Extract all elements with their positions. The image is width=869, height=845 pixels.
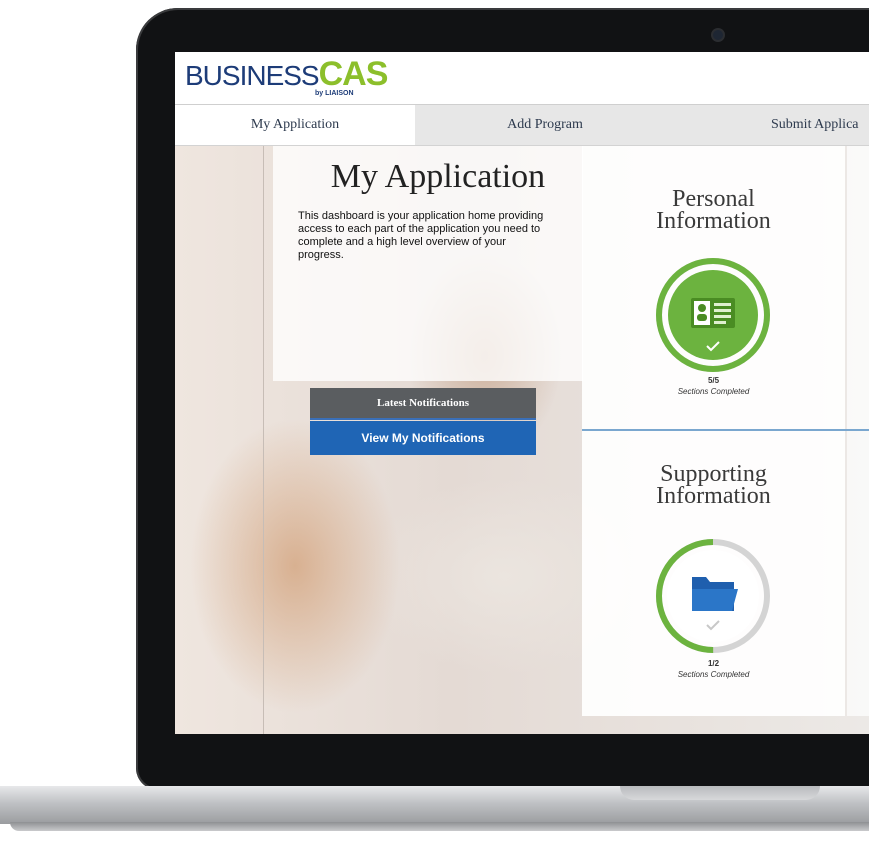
intro-panel: My Application This dashboard is your ap… xyxy=(273,146,583,381)
personal-information-card[interactable]: Personal Information 5/5 Sections Comple… xyxy=(582,146,845,429)
view-notifications-button[interactable]: View My Notifications xyxy=(310,421,536,455)
card-partial-right-top[interactable] xyxy=(847,146,869,429)
progress-ring xyxy=(656,539,770,653)
screen: BUSINESSCAS by LIAISON My Application Ad… xyxy=(175,52,869,734)
tab-my-application[interactable]: My Application xyxy=(175,105,415,145)
laptop-notch xyxy=(620,786,820,800)
logo-byline: by LIAISON xyxy=(315,90,354,97)
card-title-line1: Personal xyxy=(672,186,755,212)
logo-business-text: BUSINESS xyxy=(185,60,320,91)
camera-icon xyxy=(713,30,723,40)
sections-count: 5/5 xyxy=(707,376,720,385)
logo-wordmark: BUSINESSCAS xyxy=(185,55,389,93)
app-header: BUSINESSCAS by LIAISON xyxy=(175,52,869,105)
main-tabs: My Application Add Program Submit Applic… xyxy=(175,105,869,146)
card-title-line1: Supporting xyxy=(660,461,767,487)
card-partial-right-bottom[interactable] xyxy=(847,431,869,716)
card-title-line2: Information xyxy=(656,483,771,509)
logo-cas-text: CAS xyxy=(318,55,389,93)
page-description: This dashboard is your application home … xyxy=(298,210,544,261)
sections-completed-label: Sections Completed xyxy=(677,387,750,396)
laptop-base-lip xyxy=(10,822,869,831)
tab-add-program[interactable]: Add Program xyxy=(415,105,675,145)
card-title-line2: Information xyxy=(656,208,771,234)
id-card-icon xyxy=(691,298,735,328)
latest-notifications-heading: Latest Notifications xyxy=(310,388,536,420)
sections-completed-label: Sections Completed xyxy=(677,670,750,679)
page-title: My Application xyxy=(330,158,546,195)
sections-count: 1/2 xyxy=(707,659,720,668)
supporting-information-card[interactable]: Supporting Information 1/2 Sections Comp… xyxy=(582,431,845,716)
progress-ring xyxy=(656,258,770,372)
tab-submit-application[interactable]: Submit Applica xyxy=(675,105,869,145)
divider-line xyxy=(263,146,264,734)
folder-icon xyxy=(692,577,738,611)
businesscas-logo[interactable]: BUSINESSCAS xyxy=(185,55,389,102)
dashboard-content: My Application This dashboard is your ap… xyxy=(175,146,869,734)
